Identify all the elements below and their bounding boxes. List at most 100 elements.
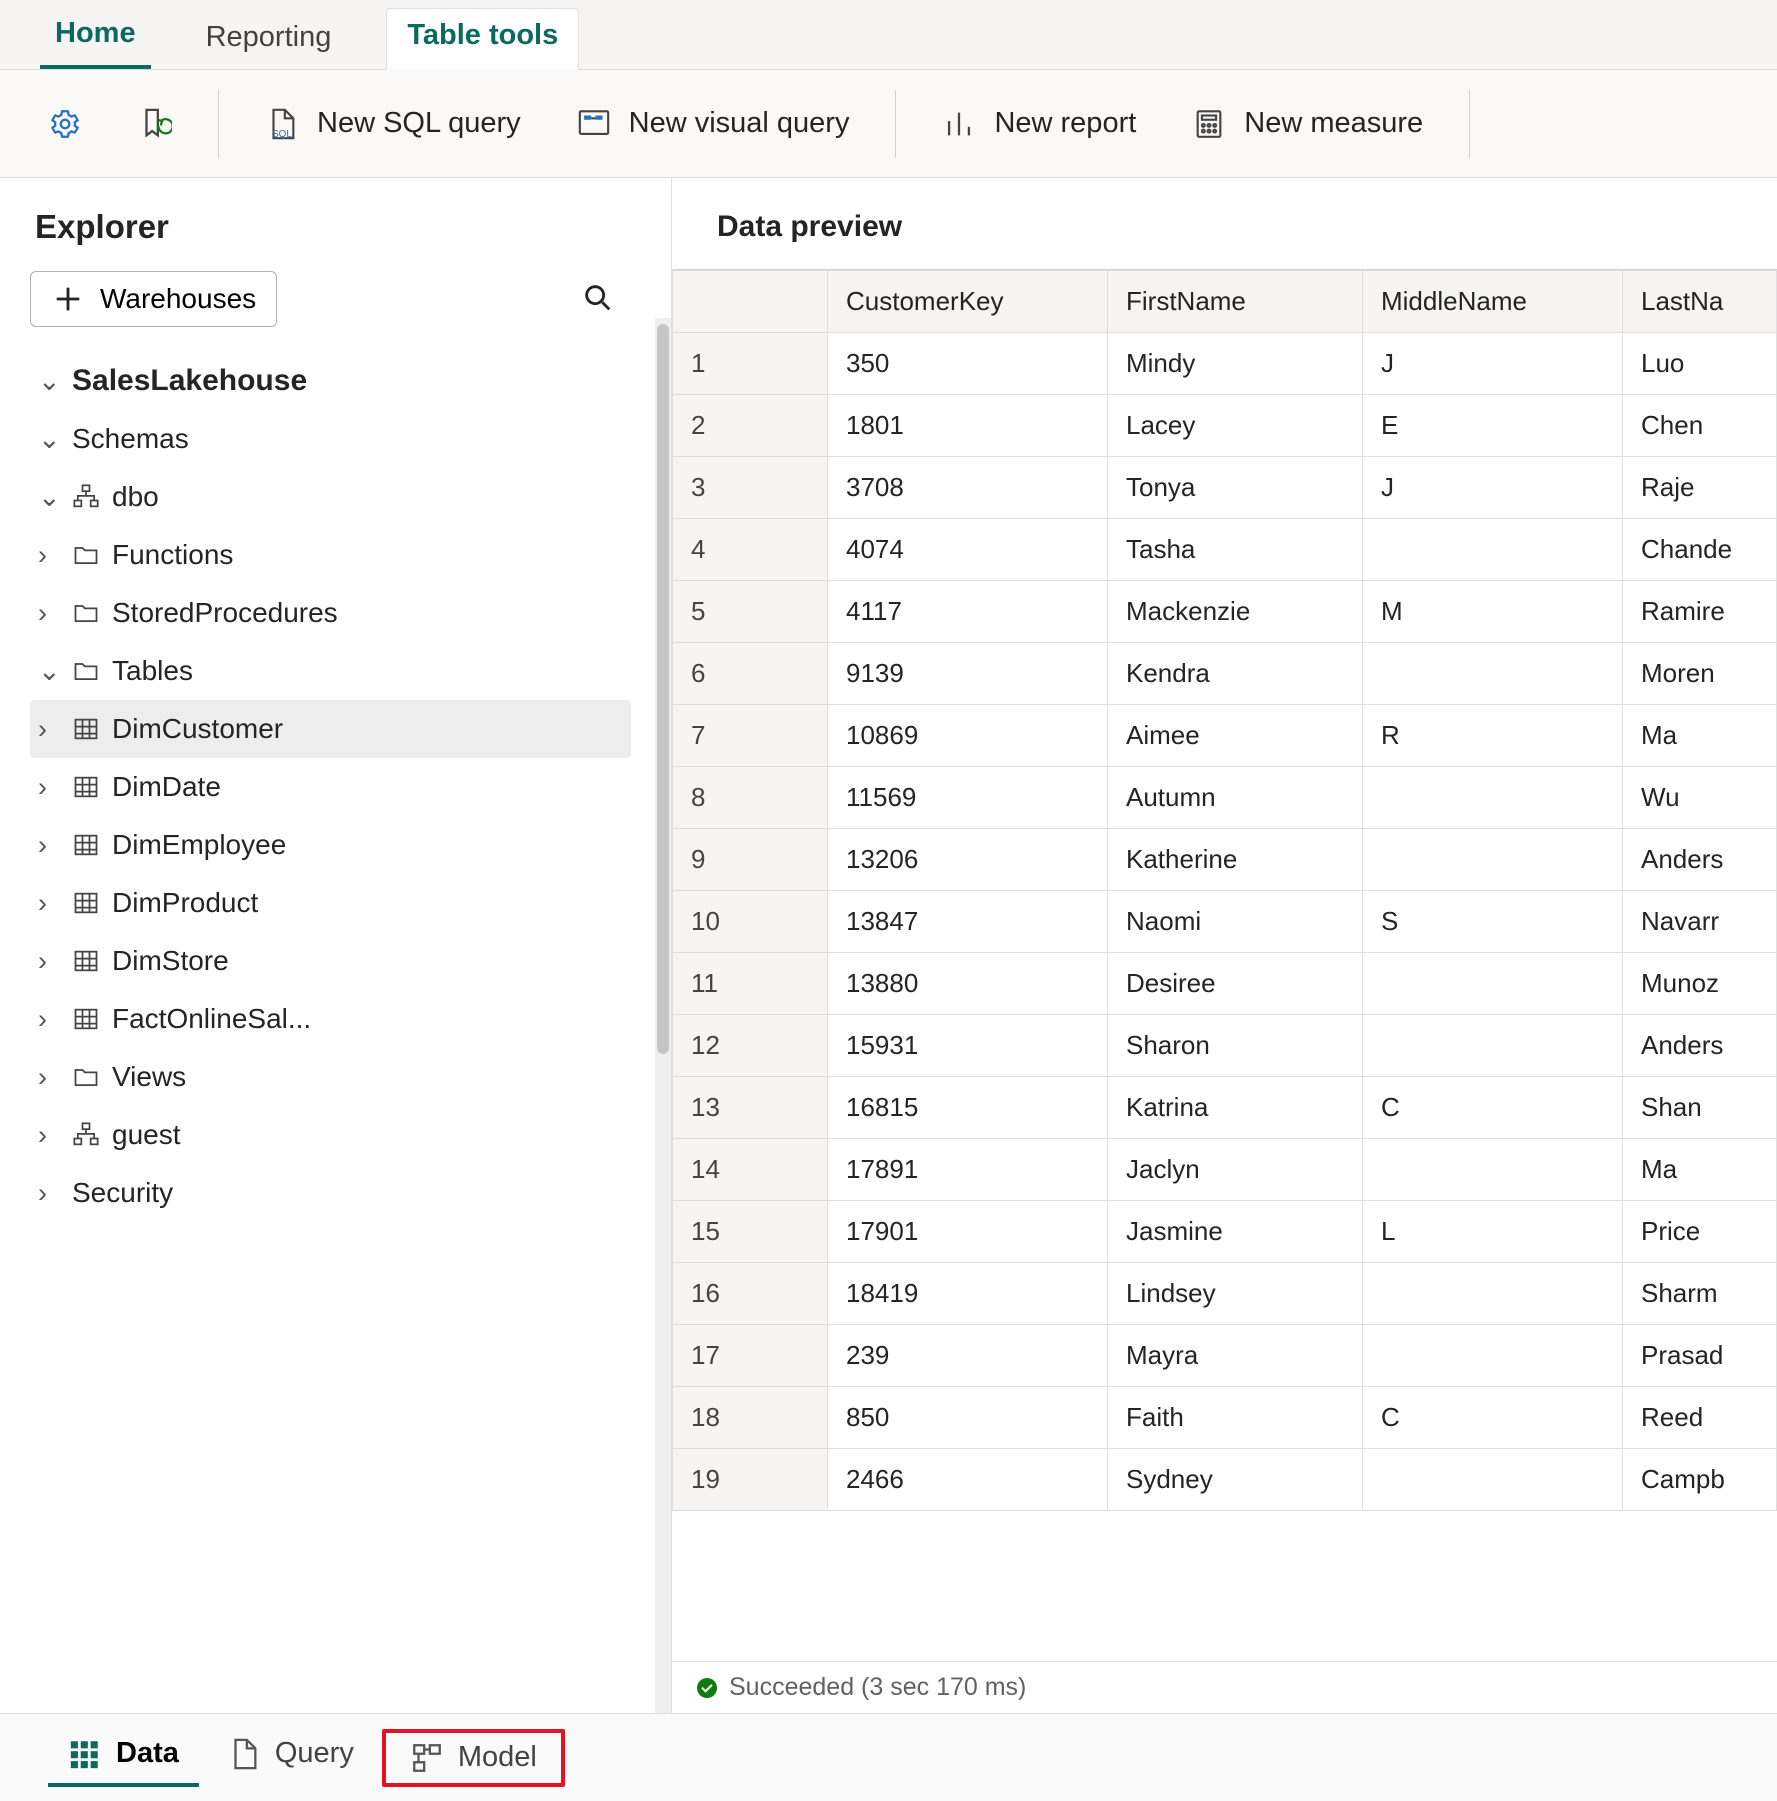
cell: Luo (1623, 333, 1777, 395)
tree-security[interactable]: › Security (30, 1164, 631, 1222)
cell: Kendra (1108, 643, 1363, 705)
explorer-scrollbar[interactable] (655, 318, 671, 1713)
tree-table-item[interactable]: ›DimCustomer (30, 700, 631, 758)
col-header[interactable]: MiddleName (1363, 271, 1623, 333)
model-icon (410, 1741, 444, 1775)
table-row[interactable]: 710869AimeeRMa (673, 705, 1777, 767)
tree-table-item[interactable]: ›DimProduct (30, 874, 631, 932)
cell: Aimee (1108, 705, 1363, 767)
cell: Lacey (1108, 395, 1363, 457)
chevron-right-icon: › (38, 772, 60, 803)
table-row[interactable]: 1350MindyJLuo (673, 333, 1777, 395)
row-number: 12 (673, 1015, 828, 1077)
refresh-button[interactable] (120, 97, 190, 151)
table-row[interactable]: 913206KatherineAnders (673, 829, 1777, 891)
table-row[interactable]: 44074TashaChande (673, 519, 1777, 581)
tree-tables[interactable]: ⌄ Tables (30, 642, 631, 700)
table-row[interactable]: 33708TonyaJRaje (673, 457, 1777, 519)
tree-schemas[interactable]: ⌄ Schemas (30, 410, 631, 468)
tree-functions[interactable]: › Functions (30, 526, 631, 584)
visual-query-icon (577, 107, 611, 141)
tab-home[interactable]: Home (40, 17, 151, 69)
row-number: 9 (673, 829, 828, 891)
tree-table-item[interactable]: ›DimEmployee (30, 816, 631, 874)
table-row[interactable]: 54117MackenzieMRamire (673, 581, 1777, 643)
folder-icon (72, 1063, 100, 1091)
footer-query-label: Query (275, 1737, 354, 1770)
table-row[interactable]: 192466SydneyCampb (673, 1449, 1777, 1511)
table-row[interactable]: 1013847NaomiSNavarr (673, 891, 1777, 953)
table-row[interactable]: 21801LaceyEChen (673, 395, 1777, 457)
table-row[interactable]: 1113880DesireeMunoz (673, 953, 1777, 1015)
table-row[interactable]: 1618419LindseySharm (673, 1263, 1777, 1325)
footer-tab-data[interactable]: Data (48, 1729, 199, 1787)
tree-table-item[interactable]: ›DimDate (30, 758, 631, 816)
row-number: 8 (673, 767, 828, 829)
new-measure-button[interactable]: New measure (1174, 97, 1441, 151)
cell (1363, 1325, 1623, 1387)
col-header[interactable]: LastNa (1623, 271, 1777, 333)
measure-icon (1192, 107, 1226, 141)
row-number: 18 (673, 1387, 828, 1449)
table-row[interactable]: 17239MayraPrasad (673, 1325, 1777, 1387)
table-row[interactable]: 18850FaithCReed (673, 1387, 1777, 1449)
new-sql-query-button[interactable]: SQL New SQL query (247, 97, 539, 151)
add-warehouses-button[interactable]: Warehouses (30, 271, 277, 327)
tree-guest[interactable]: › guest (30, 1106, 631, 1164)
cell: 13206 (828, 829, 1108, 891)
ribbon-tabs: Home Reporting Table tools (0, 0, 1777, 70)
tree-table-item[interactable]: ›FactOnlineSal... (30, 990, 631, 1048)
footer-tab-query[interactable]: Query (207, 1729, 374, 1787)
chevron-right-icon: › (38, 1004, 60, 1035)
chevron-down-icon: ⌄ (38, 424, 60, 455)
table-row[interactable]: 1517901JasmineLPrice (673, 1201, 1777, 1263)
main: Explorer Warehouses ⌄ SalesLakehouse ⌄ S… (0, 178, 1777, 1713)
row-number: 3 (673, 457, 828, 519)
cell: 2466 (828, 1449, 1108, 1511)
new-report-button[interactable]: New report (924, 97, 1154, 151)
cell: 16815 (828, 1077, 1108, 1139)
table-row[interactable]: 69139KendraMoren (673, 643, 1777, 705)
table-row[interactable]: 1316815KatrinaCShan (673, 1077, 1777, 1139)
cell: Katrina (1108, 1077, 1363, 1139)
rownum-header (673, 271, 828, 333)
plus-icon (51, 282, 85, 316)
cell: J (1363, 457, 1623, 519)
search-icon (581, 281, 615, 315)
new-visual-query-label: New visual query (629, 107, 850, 140)
new-visual-query-button[interactable]: New visual query (559, 97, 868, 151)
tab-tabletools[interactable]: Table tools (386, 8, 579, 70)
folder-icon (72, 657, 100, 685)
tree-storedprocedures[interactable]: › StoredProcedures (30, 584, 631, 642)
tree-dbo[interactable]: ⌄ dbo (30, 468, 631, 526)
tab-reporting[interactable]: Reporting (191, 21, 347, 69)
status-bar: Succeeded (3 sec 170 ms) (672, 1661, 1777, 1713)
table-row[interactable]: 1215931SharonAnders (673, 1015, 1777, 1077)
data-preview-title: Data preview (717, 210, 1777, 244)
sql-file-icon: SQL (265, 107, 299, 141)
data-grid[interactable]: CustomerKey FirstName MiddleName LastNa … (672, 269, 1777, 1661)
footer-tab-model[interactable]: Model (382, 1729, 565, 1787)
settings-button[interactable] (30, 97, 100, 151)
row-number: 13 (673, 1077, 828, 1139)
cell (1363, 643, 1623, 705)
col-header[interactable]: FirstName (1108, 271, 1363, 333)
table-icon (72, 947, 100, 975)
cell: 17901 (828, 1201, 1108, 1263)
cell: 9139 (828, 643, 1108, 705)
tree-table-item[interactable]: ›DimStore (30, 932, 631, 990)
cell: Price (1623, 1201, 1777, 1263)
search-button[interactable] (575, 280, 621, 319)
cell: Lindsey (1108, 1263, 1363, 1325)
cell: 850 (828, 1387, 1108, 1449)
tree-root[interactable]: ⌄ SalesLakehouse (30, 352, 631, 410)
table-row[interactable]: 811569AutumnWu (673, 767, 1777, 829)
cell: 4074 (828, 519, 1108, 581)
tree-views[interactable]: › Views (30, 1048, 631, 1106)
schema-icon (72, 1121, 100, 1149)
table-row[interactable]: 1417891JaclynMa (673, 1139, 1777, 1201)
row-number: 10 (673, 891, 828, 953)
cell: L (1363, 1201, 1623, 1263)
cell: R (1363, 705, 1623, 767)
col-header[interactable]: CustomerKey (828, 271, 1108, 333)
